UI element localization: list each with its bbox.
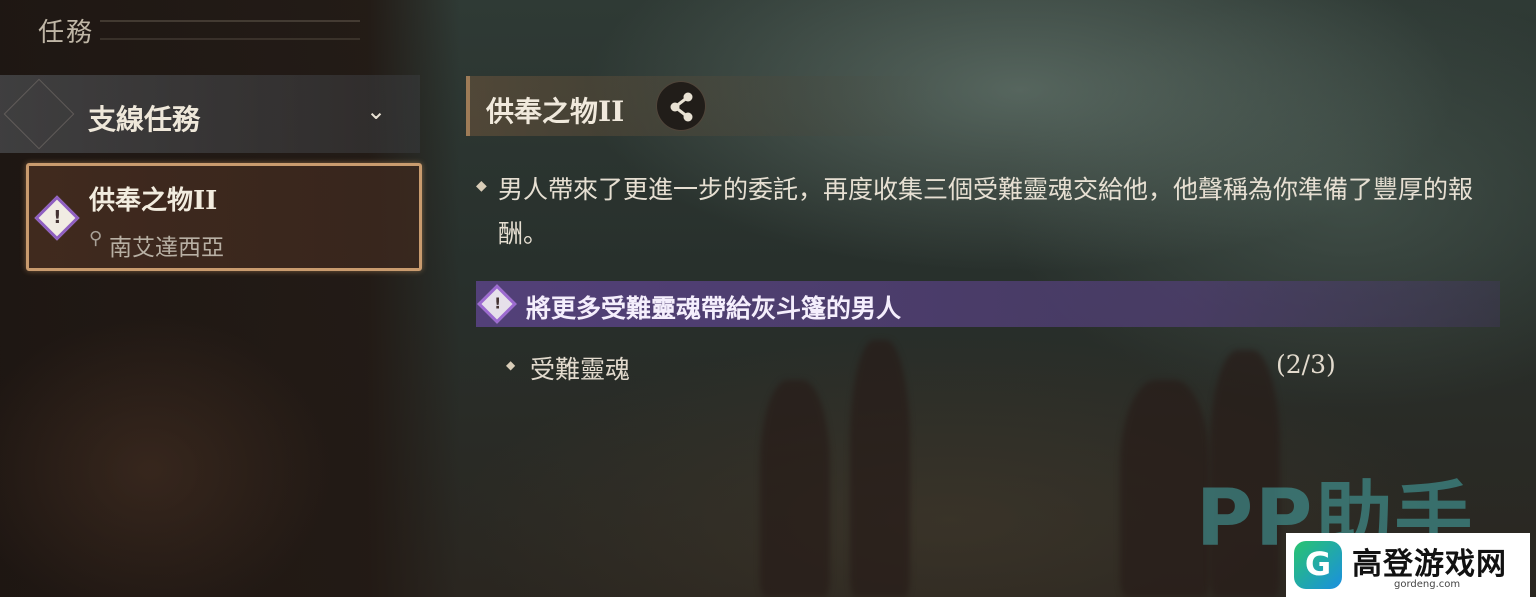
objective-text: 將更多受難靈魂帶給灰斗篷的男人 <box>526 294 902 323</box>
category-side-quests[interactable]: 支線任務 ⌄ <box>0 75 420 153</box>
watermark-site-name: 高登游戏网 <box>1352 547 1507 582</box>
category-label: 支線任務 <box>88 103 201 136</box>
quest-detail-title: 供奉之物II <box>486 95 625 128</box>
quest-detail-header: 供奉之物II <box>466 76 936 136</box>
share-button[interactable] <box>656 81 706 131</box>
background-figure <box>850 340 910 597</box>
quest-alert-icon: ! <box>34 195 80 241</box>
quest-description: ◆ 男人帶來了更進一步的委託，再度收集三個受難靈魂交給他，他聲稱為你準備了豐厚的… <box>476 168 1516 256</box>
category-emblem-icon <box>3 78 75 150</box>
watermark-site-url: gordeng.com <box>1394 579 1461 590</box>
quest-item-location: 南艾達西亞 <box>109 235 224 261</box>
quest-list-item[interactable]: ! 供奉之物II ⚲ 南艾達西亞 <box>26 163 422 271</box>
subtask-count: (2/3) <box>1276 350 1336 379</box>
panel-title: 任務 <box>38 18 95 48</box>
bullet-icon: ◆ <box>476 178 487 194</box>
quest-objective: ! 將更多受難靈魂帶給灰斗篷的男人 <box>476 281 1500 327</box>
quest-description-text: 男人帶來了更進一步的委託，再度收集三個受難靈魂交給他，他聲稱為你準備了豐厚的報酬… <box>498 175 1474 248</box>
objective-alert-icon: ! <box>477 284 517 324</box>
watermark-site: G 高登游戏网 gordeng.com <box>1286 533 1530 597</box>
chevron-down-icon[interactable]: ⌄ <box>366 97 386 125</box>
site-logo-icon: G <box>1294 541 1342 589</box>
background-figure <box>760 380 830 597</box>
share-icon <box>670 92 693 122</box>
subtask-label: 受難靈魂 <box>530 355 631 384</box>
quest-item-name: 供奉之物II <box>89 186 218 216</box>
map-pin-icon: ⚲ <box>89 228 103 249</box>
bullet-icon: ◆ <box>506 358 516 372</box>
title-ornament <box>100 20 360 40</box>
